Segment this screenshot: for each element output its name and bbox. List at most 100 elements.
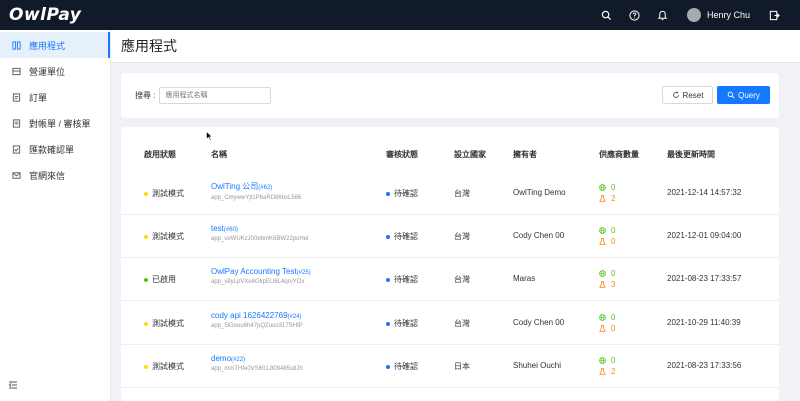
status-dot — [144, 321, 148, 326]
updated-time-cell: 2021-08-23 17:33:57 — [667, 274, 742, 283]
supplier-orange-count: 0 — [611, 324, 616, 333]
status-text: 測試模式 — [152, 232, 184, 241]
logout-icon[interactable] — [760, 0, 788, 30]
status-dot — [144, 364, 148, 369]
app-name-link[interactable]: cody api 1626422769 — [211, 311, 288, 320]
help-icon[interactable] — [621, 0, 649, 30]
review-status: 待確認 — [386, 231, 418, 242]
table-header: 啟用狀態 名稱 審核狀態 設立國家 擁有者 供應商數量 最後更新時間 — [121, 149, 779, 165]
query-label: Query — [738, 90, 760, 100]
header-status: 啟用狀態 — [144, 150, 176, 159]
review-status: 待確認 — [386, 361, 418, 372]
reset-button[interactable]: Reset — [662, 86, 713, 104]
app-name-link[interactable]: OwlPay Accounting Test — [211, 267, 297, 276]
user-name: Henry Chu — [706, 10, 750, 20]
app-id: app_v8yLpVXe8GkpEU6L4qrvYOx — [211, 279, 305, 285]
statement-icon — [12, 118, 26, 128]
table-row[interactable]: 測試模式 OwlTing 公司(#62) app_CmywwYjt1P6aRD86b… — [121, 172, 779, 215]
header-updated: 最後更新時間 — [667, 150, 715, 159]
sidebar-item-operating-units[interactable]: 營運單位 — [0, 58, 110, 84]
table-row[interactable]: 測試模式 demo(#22) app_mmTHfe0VS601Jt09485s8Jh… — [121, 345, 779, 388]
supplier-count-cell: 02 — [599, 355, 615, 377]
flask-icon — [599, 195, 606, 202]
table-row[interactable]: 已啟用 OwlPay Accounting Test(#25) app_v8yLpV… — [121, 258, 779, 301]
globe-icon — [599, 227, 606, 234]
owner-cell: OwlTing Demo — [513, 188, 566, 197]
status-badge: 測試模式 — [144, 231, 184, 242]
app-number[interactable]: (#62) — [258, 185, 272, 191]
building-icon — [12, 67, 26, 76]
supplier-count-cell: 00 — [599, 312, 615, 334]
review-status: 待確認 — [386, 188, 418, 199]
supplier-green-count: 0 — [611, 183, 616, 192]
review-dot — [386, 321, 390, 326]
sidebar-item-remittance[interactable]: 匯款確認單 — [0, 136, 110, 162]
app-name-cell: demo(#22) app_mmTHfe0VS601Jt09485s8Jh — [211, 354, 303, 372]
table-row[interactable]: 測試模式 cody api 1626422769(#24) app_5lGoou6h… — [121, 302, 779, 345]
sidebar-item-label: 訂單 — [29, 92, 48, 103]
supplier-green-count: 0 — [611, 226, 616, 235]
search-panel: 搜尋 : Reset Query — [121, 73, 779, 118]
mouse-cursor-icon — [206, 130, 213, 144]
table-row[interactable]: 測試模式 test(#60) app_uvWUKzJ00ebmK6BW22poHel… — [121, 215, 779, 258]
supplier-orange-count: 2 — [611, 194, 616, 203]
search-icon[interactable] — [593, 0, 621, 30]
review-dot — [386, 191, 390, 196]
app-name-link[interactable]: test — [211, 224, 224, 233]
sidebar-item-label: 官網來信 — [29, 170, 66, 181]
supplier-green-count: 0 — [611, 269, 616, 278]
sidebar-item-label: 匯款確認單 — [29, 144, 75, 155]
app-number[interactable]: (#25) — [297, 270, 311, 276]
order-icon — [12, 92, 26, 102]
app-name-cell: cody api 1626422769(#24) app_5lGoou6h47pQ… — [211, 311, 303, 329]
supplier-green-count: 0 — [611, 356, 616, 365]
app-name-link[interactable]: demo — [211, 354, 231, 363]
bell-icon[interactable] — [649, 0, 677, 30]
owner-cell: Shuhei Ouchi — [513, 361, 562, 370]
app-name-link[interactable]: OwlTing 公司 — [211, 182, 258, 191]
top-navigation-bar: OwlPay Henry Chu — [0, 0, 800, 30]
query-button[interactable]: Query — [717, 86, 770, 104]
supplier-orange-count: 3 — [611, 280, 616, 289]
owner-cell: Cody Chen 00 — [513, 318, 565, 327]
reset-label: Reset — [682, 90, 704, 100]
reset-icon — [672, 91, 679, 98]
apps-icon — [12, 40, 26, 50]
header-name: 名稱 — [211, 150, 227, 159]
sidebar: 應用程式 營運單位 訂單 對帳單 / 審核單 匯款確認單 官網來信 — [0, 30, 111, 401]
review-text: 待確認 — [394, 362, 418, 371]
top-actions: Henry Chu — [593, 0, 800, 30]
app-id: app_mmTHfe0VS601Jt09485s8Jh — [211, 366, 303, 372]
app-number[interactable]: (#60) — [224, 227, 238, 233]
sidebar-item-mail[interactable]: 官網來信 — [0, 162, 110, 188]
app-number[interactable]: (#24) — [288, 314, 302, 320]
app-id: app_uvWUKzJ00ebmK6BW22poHel — [211, 236, 309, 242]
sidebar-item-apps[interactable]: 應用程式 — [0, 32, 110, 58]
sidebar-item-orders[interactable]: 訂單 — [0, 84, 110, 110]
updated-time-cell: 2021-12-14 14:57:32 — [667, 188, 742, 197]
supplier-orange-count: 0 — [611, 237, 616, 246]
user-menu[interactable]: Henry Chu — [686, 8, 750, 22]
supplier-count-cell: 03 — [599, 268, 615, 290]
search-input[interactable] — [159, 87, 272, 104]
sidebar-item-statements[interactable]: 對帳單 / 審核單 — [0, 110, 110, 136]
collapse-menu-icon[interactable] — [8, 379, 18, 393]
app-name-cell: test(#60) app_uvWUKzJ00ebmK6BW22poHel — [211, 224, 308, 242]
supplier-orange-count: 2 — [611, 367, 616, 376]
page-header: 應用程式 — [111, 30, 800, 63]
status-dot — [144, 277, 148, 282]
owner-cell: Maras — [513, 274, 536, 283]
status-text: 測試模式 — [152, 189, 184, 198]
owner-cell: Cody Chen 00 — [513, 231, 565, 240]
app-id: app_5lGoou6h47pQZuuo317SHfP — [211, 323, 303, 329]
updated-time-cell: 2021-10-29 11:40:39 — [667, 318, 741, 327]
app-number[interactable]: (#22) — [231, 357, 245, 363]
updated-time-cell: 2021-08-23 17:33:56 — [667, 361, 742, 370]
country-cell: 台灣 — [454, 319, 470, 328]
country-cell: 台灣 — [454, 275, 470, 284]
status-text: 測試模式 — [152, 362, 184, 371]
owlpay-logo[interactable]: OwlPay — [9, 5, 81, 25]
status-text: 測試模式 — [152, 319, 184, 328]
header-owner: 擁有者 — [513, 150, 537, 159]
page-title: 應用程式 — [121, 38, 177, 54]
